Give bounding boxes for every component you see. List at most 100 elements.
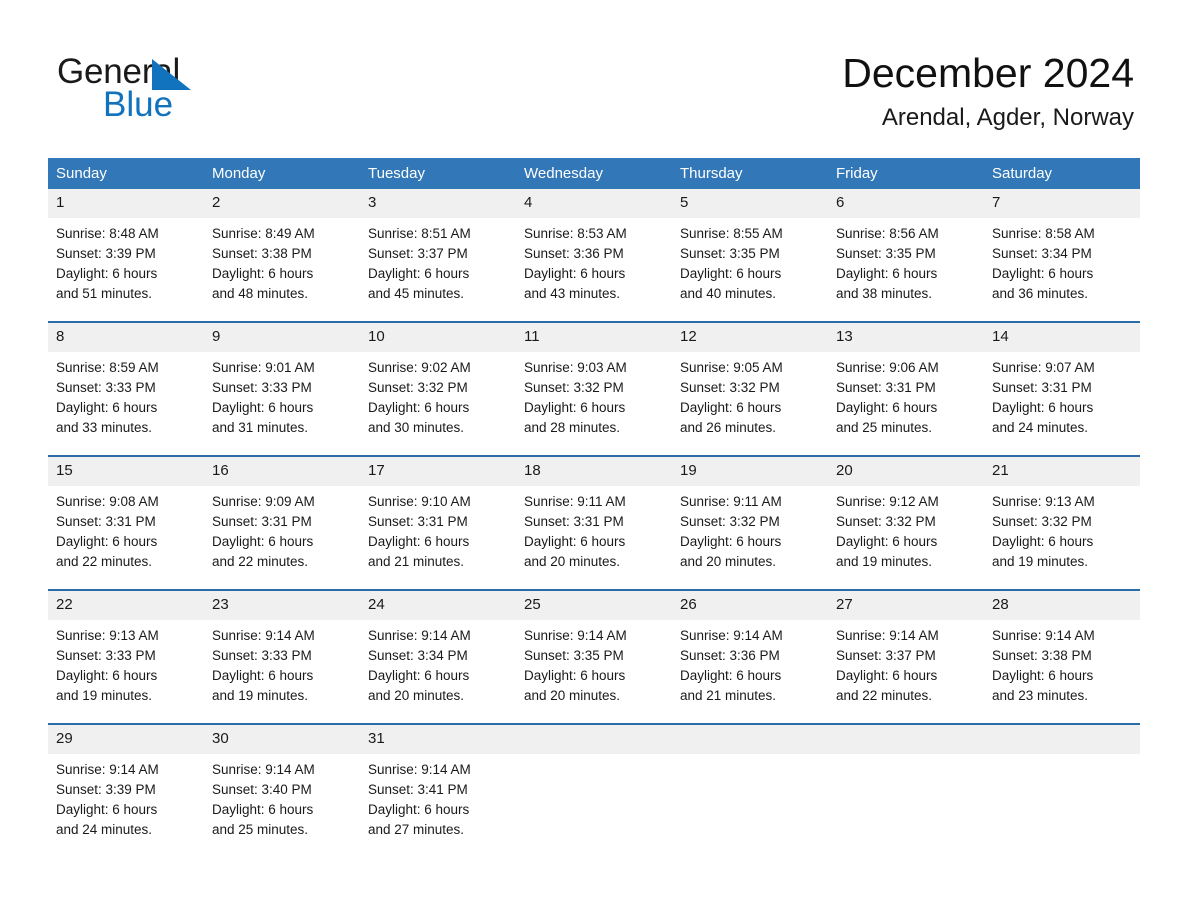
sunset-time: Sunset: 3:31 PM: [836, 380, 936, 395]
day-cell-inner: 14 Sunrise: 9:07 AM Sunset: 3:31 PM Dayligh…: [984, 323, 1140, 441]
daylight-duration-line1: Daylight: 6 hours: [836, 400, 938, 415]
day-details: Sunrise: 9:14 AM Sunset: 3:39 PM Daylight:…: [48, 754, 204, 840]
calendar-day-cell[interactable]: 10 Sunrise: 9:02 AM Sunset: 3:32 PM Dayligh…: [360, 321, 516, 441]
calendar-day-cell[interactable]: 31 Sunrise: 9:14 AM Sunset: 3:41 PM Dayligh…: [360, 723, 516, 843]
calendar-day-cell[interactable]: [984, 723, 1140, 843]
calendar-day-cell[interactable]: 27 Sunrise: 9:14 AM Sunset: 3:37 PM Dayligh…: [828, 589, 984, 709]
calendar-day-cell[interactable]: 19 Sunrise: 9:11 AM Sunset: 3:32 PM Dayligh…: [672, 455, 828, 575]
calendar-day-cell[interactable]: [828, 723, 984, 843]
calendar-day-cell[interactable]: 16 Sunrise: 9:09 AM Sunset: 3:31 PM Dayligh…: [204, 455, 360, 575]
day-cell-inner: 15 Sunrise: 9:08 AM Sunset: 3:31 PM Dayligh…: [48, 457, 204, 575]
day-details: Sunrise: 9:14 AM Sunset: 3:41 PM Daylight:…: [360, 754, 516, 840]
calendar-day-cell[interactable]: 2 Sunrise: 8:49 AM Sunset: 3:38 PM Daylight…: [204, 189, 360, 307]
daylight-duration-line1: Daylight: 6 hours: [680, 266, 782, 281]
daylight-duration-line2: and 45 minutes.: [368, 286, 465, 301]
week-separator-cell: [48, 307, 1140, 322]
calendar-day-cell[interactable]: 30 Sunrise: 9:14 AM Sunset: 3:40 PM Dayligh…: [204, 723, 360, 843]
day-cell-inner: 4 Sunrise: 8:53 AM Sunset: 3:36 PM Daylight…: [516, 189, 672, 307]
weekday-header-friday: Friday: [828, 158, 984, 189]
calendar-day-cell[interactable]: 24 Sunrise: 9:14 AM Sunset: 3:34 PM Dayligh…: [360, 589, 516, 709]
calendar-day-cell[interactable]: 6 Sunrise: 8:56 AM Sunset: 3:35 PM Daylight…: [828, 189, 984, 307]
day-cell-inner: 10 Sunrise: 9:02 AM Sunset: 3:32 PM Dayligh…: [360, 323, 516, 441]
calendar-day-cell[interactable]: 17 Sunrise: 9:10 AM Sunset: 3:31 PM Dayligh…: [360, 455, 516, 575]
calendar-day-cell[interactable]: 15 Sunrise: 9:08 AM Sunset: 3:31 PM Dayligh…: [48, 455, 204, 575]
daylight-duration-line2: and 27 minutes.: [368, 822, 465, 837]
title-block: December 2024 Arendal, Agder, Norway: [842, 48, 1134, 133]
calendar-day-cell[interactable]: 13 Sunrise: 9:06 AM Sunset: 3:31 PM Dayligh…: [828, 321, 984, 441]
calendar-day-cell[interactable]: 29 Sunrise: 9:14 AM Sunset: 3:39 PM Dayligh…: [48, 723, 204, 843]
week-separator: [48, 575, 1140, 590]
calendar-week-row: 22 Sunrise: 9:13 AM Sunset: 3:33 PM Dayligh…: [48, 589, 1140, 709]
calendar-day-cell[interactable]: 3 Sunrise: 8:51 AM Sunset: 3:37 PM Daylight…: [360, 189, 516, 307]
daylight-duration-line1: Daylight: 6 hours: [368, 534, 470, 549]
day-details: Sunrise: 9:06 AM Sunset: 3:31 PM Daylight:…: [828, 352, 984, 438]
daylight-duration-line1: Daylight: 6 hours: [680, 400, 782, 415]
daylight-duration-line1: Daylight: 6 hours: [56, 266, 158, 281]
daylight-duration-line2: and 19 minutes.: [212, 688, 309, 703]
daylight-duration-line2: and 20 minutes.: [368, 688, 465, 703]
day-details: Sunrise: 9:14 AM Sunset: 3:37 PM Daylight:…: [828, 620, 984, 706]
day-details: Sunrise: 8:56 AM Sunset: 3:35 PM Daylight:…: [828, 218, 984, 304]
day-number: 30: [204, 725, 360, 754]
sunrise-time: Sunrise: 9:02 AM: [368, 360, 471, 375]
calendar-day-cell[interactable]: 23 Sunrise: 9:14 AM Sunset: 3:33 PM Dayligh…: [204, 589, 360, 709]
sunset-time: Sunset: 3:32 PM: [992, 514, 1092, 529]
weekday-header-saturday: Saturday: [984, 158, 1140, 189]
sunrise-time: Sunrise: 8:48 AM: [56, 226, 159, 241]
calendar-day-cell[interactable]: 5 Sunrise: 8:55 AM Sunset: 3:35 PM Daylight…: [672, 189, 828, 307]
day-details: Sunrise: 9:14 AM Sunset: 3:34 PM Daylight:…: [360, 620, 516, 706]
day-cell-inner: 6 Sunrise: 8:56 AM Sunset: 3:35 PM Daylight…: [828, 189, 984, 307]
daylight-duration-line2: and 25 minutes.: [836, 420, 933, 435]
day-details: Sunrise: 9:08 AM Sunset: 3:31 PM Daylight:…: [48, 486, 204, 572]
calendar-day-cell[interactable]: 25 Sunrise: 9:14 AM Sunset: 3:35 PM Dayligh…: [516, 589, 672, 709]
sunset-time: Sunset: 3:31 PM: [992, 380, 1092, 395]
day-cell-inner: 13 Sunrise: 9:06 AM Sunset: 3:31 PM Dayligh…: [828, 323, 984, 441]
weekday-header-wednesday: Wednesday: [516, 158, 672, 189]
calendar-day-cell[interactable]: 7 Sunrise: 8:58 AM Sunset: 3:34 PM Daylight…: [984, 189, 1140, 307]
sunset-time: Sunset: 3:34 PM: [992, 246, 1092, 261]
calendar-day-cell[interactable]: 20 Sunrise: 9:12 AM Sunset: 3:32 PM Dayligh…: [828, 455, 984, 575]
calendar-day-cell[interactable]: 12 Sunrise: 9:05 AM Sunset: 3:32 PM Dayligh…: [672, 321, 828, 441]
calendar-body: 1 Sunrise: 8:48 AM Sunset: 3:39 PM Daylight…: [48, 189, 1140, 843]
day-details: Sunrise: 9:13 AM Sunset: 3:33 PM Daylight:…: [48, 620, 204, 706]
calendar-day-cell[interactable]: 28 Sunrise: 9:14 AM Sunset: 3:38 PM Dayligh…: [984, 589, 1140, 709]
day-number: 13: [828, 323, 984, 352]
day-details: Sunrise: 9:14 AM Sunset: 3:33 PM Daylight:…: [204, 620, 360, 706]
sunrise-time: Sunrise: 8:56 AM: [836, 226, 939, 241]
day-cell-inner: 27 Sunrise: 9:14 AM Sunset: 3:37 PM Dayligh…: [828, 591, 984, 709]
calendar-day-cell[interactable]: [672, 723, 828, 843]
calendar-day-cell[interactable]: 11 Sunrise: 9:03 AM Sunset: 3:32 PM Dayligh…: [516, 321, 672, 441]
calendar-day-cell[interactable]: 1 Sunrise: 8:48 AM Sunset: 3:39 PM Daylight…: [48, 189, 204, 307]
day-cell-inner: 2 Sunrise: 8:49 AM Sunset: 3:38 PM Daylight…: [204, 189, 360, 307]
sunset-time: Sunset: 3:33 PM: [56, 380, 156, 395]
daylight-duration-line1: Daylight: 6 hours: [524, 266, 626, 281]
day-cell-inner: 8 Sunrise: 8:59 AM Sunset: 3:33 PM Daylight…: [48, 323, 204, 441]
calendar-day-cell[interactable]: 14 Sunrise: 9:07 AM Sunset: 3:31 PM Dayligh…: [984, 321, 1140, 441]
sunset-time: Sunset: 3:35 PM: [524, 648, 624, 663]
daylight-duration-line2: and 25 minutes.: [212, 822, 309, 837]
day-number: 25: [516, 591, 672, 620]
day-number: 9: [204, 323, 360, 352]
sunset-time: Sunset: 3:37 PM: [368, 246, 468, 261]
calendar-day-cell[interactable]: 9 Sunrise: 9:01 AM Sunset: 3:33 PM Daylight…: [204, 321, 360, 441]
daylight-duration-line1: Daylight: 6 hours: [212, 400, 314, 415]
daylight-duration-line1: Daylight: 6 hours: [212, 266, 314, 281]
daylight-duration-line2: and 36 minutes.: [992, 286, 1089, 301]
daylight-duration-line1: Daylight: 6 hours: [836, 534, 938, 549]
sunrise-time: Sunrise: 9:14 AM: [368, 762, 471, 777]
sunset-time: Sunset: 3:39 PM: [56, 782, 156, 797]
calendar-day-cell[interactable]: 8 Sunrise: 8:59 AM Sunset: 3:33 PM Daylight…: [48, 321, 204, 441]
calendar-day-cell[interactable]: 22 Sunrise: 9:13 AM Sunset: 3:33 PM Dayligh…: [48, 589, 204, 709]
calendar-day-cell[interactable]: 21 Sunrise: 9:13 AM Sunset: 3:32 PM Dayligh…: [984, 455, 1140, 575]
day-number: 1: [48, 189, 204, 218]
daylight-duration-line1: Daylight: 6 hours: [56, 400, 158, 415]
daylight-duration-line2: and 43 minutes.: [524, 286, 621, 301]
day-details: Sunrise: 9:11 AM Sunset: 3:31 PM Daylight:…: [516, 486, 672, 572]
calendar-day-cell[interactable]: 4 Sunrise: 8:53 AM Sunset: 3:36 PM Daylight…: [516, 189, 672, 307]
day-number: 17: [360, 457, 516, 486]
sunset-time: Sunset: 3:37 PM: [836, 648, 936, 663]
calendar-day-cell[interactable]: 18 Sunrise: 9:11 AM Sunset: 3:31 PM Dayligh…: [516, 455, 672, 575]
sunrise-time: Sunrise: 9:14 AM: [212, 762, 315, 777]
calendar-day-cell[interactable]: [516, 723, 672, 843]
calendar-day-cell[interactable]: 26 Sunrise: 9:14 AM Sunset: 3:36 PM Dayligh…: [672, 589, 828, 709]
